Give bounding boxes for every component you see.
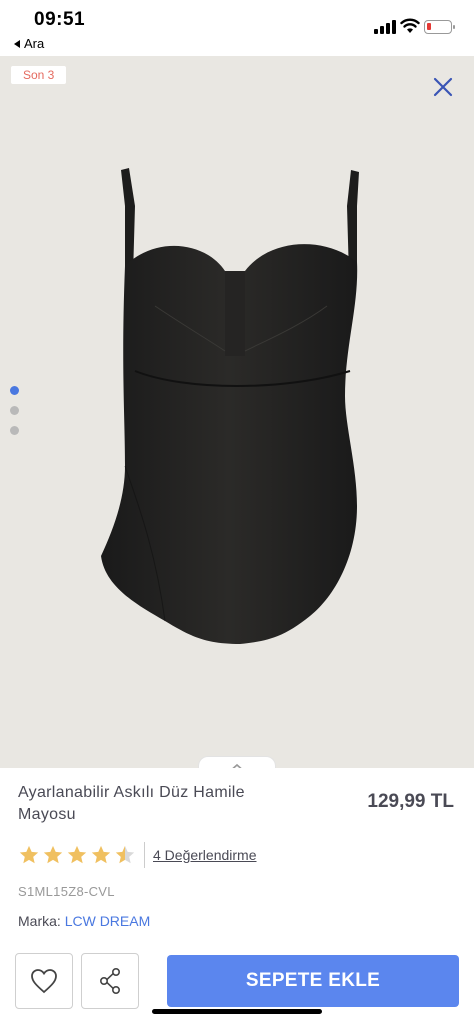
back-to-app-button[interactable]: Ara xyxy=(14,36,44,51)
brand-link[interactable]: LCW DREAM xyxy=(65,913,151,929)
home-indicator xyxy=(152,1009,322,1014)
wifi-icon xyxy=(400,18,420,33)
back-triangle-icon xyxy=(14,39,20,48)
product-price: 129,99 TL xyxy=(367,791,454,812)
close-icon[interactable] xyxy=(430,74,456,100)
gallery-dot-2[interactable] xyxy=(10,406,19,415)
share-icon xyxy=(99,967,121,994)
gallery-dot-3[interactable] xyxy=(10,426,19,435)
rating-divider xyxy=(144,842,145,868)
battery-icon xyxy=(424,20,455,34)
stock-badge: Son 3 xyxy=(11,66,67,84)
product-title: Ayarlanabilir Askılı Düz Hamile Mayosu xyxy=(18,784,245,823)
star-icon xyxy=(43,845,63,864)
star-icon xyxy=(91,845,111,864)
add-to-cart-button[interactable]: SEPETE EKLE xyxy=(167,955,459,1007)
product-sku: S1ML15Z8-CVL xyxy=(18,884,115,899)
reviews-link[interactable]: 4 Değerlendirme xyxy=(153,847,257,863)
back-label: Ara xyxy=(24,36,45,51)
gallery-dot-1[interactable] xyxy=(10,386,19,395)
status-bar: 09:51 Ara xyxy=(0,0,474,56)
cellular-signal-icon xyxy=(374,20,396,34)
star-icon xyxy=(19,845,39,864)
product-brand: Marka: LCW DREAM xyxy=(18,913,150,929)
product-image-gallery[interactable]: Son 3 xyxy=(0,56,474,768)
brand-label: Marka: xyxy=(18,913,61,929)
product-rating[interactable]: 4 Değerlendirme xyxy=(18,842,257,868)
star-half-icon xyxy=(115,845,135,864)
heart-icon xyxy=(31,969,57,994)
star-icon xyxy=(67,845,87,864)
product-image-swimsuit xyxy=(101,168,359,644)
favorite-button[interactable] xyxy=(15,953,73,1009)
gallery-pagination xyxy=(10,386,19,446)
clock: 09:51 xyxy=(34,9,86,30)
share-button[interactable] xyxy=(81,953,139,1009)
